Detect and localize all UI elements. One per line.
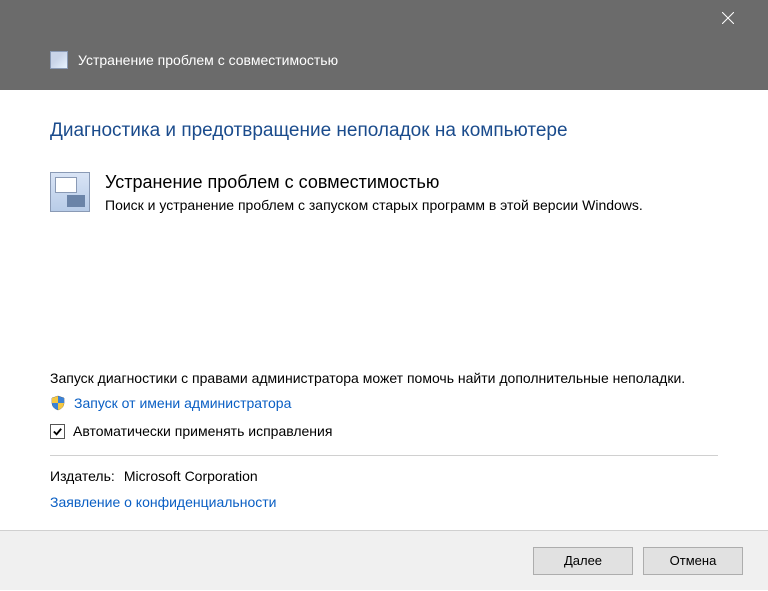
page-heading: Диагностика и предотвращение неполадок н… bbox=[50, 120, 718, 142]
publisher-label: Издатель: bbox=[50, 468, 120, 484]
main-section: Устранение проблем с совместимостью Поис… bbox=[50, 172, 718, 213]
close-button[interactable] bbox=[708, 3, 748, 33]
publisher-row: Издатель: Microsoft Corporation bbox=[50, 468, 718, 484]
privacy-link[interactable]: Заявление о конфиденциальности bbox=[50, 494, 718, 510]
shield-icon bbox=[50, 395, 66, 411]
admin-text: Запуск диагностики с правами администрат… bbox=[50, 369, 718, 389]
cancel-button[interactable]: Отмена bbox=[643, 547, 743, 575]
titlebar-controls bbox=[0, 0, 768, 35]
main-text: Устранение проблем с совместимостью Поис… bbox=[105, 172, 643, 213]
titlebar-content: Устранение проблем с совместимостью bbox=[0, 35, 768, 85]
divider bbox=[50, 455, 718, 456]
next-button[interactable]: Далее bbox=[533, 547, 633, 575]
publisher-value: Microsoft Corporation bbox=[124, 468, 258, 484]
run-as-admin-link[interactable]: Запуск от имени администратора bbox=[50, 395, 718, 411]
auto-fix-row: Автоматически применять исправления bbox=[50, 423, 718, 439]
content-area: Диагностика и предотвращение неполадок н… bbox=[0, 90, 768, 530]
auto-fix-checkbox[interactable] bbox=[50, 424, 65, 439]
window-title: Устранение проблем с совместимостью bbox=[78, 52, 338, 68]
auto-fix-label: Автоматически применять исправления bbox=[73, 423, 332, 439]
main-title: Устранение проблем с совместимостью bbox=[105, 172, 643, 193]
main-description: Поиск и устранение проблем с запуском ст… bbox=[105, 197, 643, 213]
checkmark-icon bbox=[52, 426, 63, 437]
troubleshoot-icon bbox=[50, 51, 68, 69]
admin-section: Запуск диагностики с правами администрат… bbox=[50, 369, 718, 411]
compatibility-icon bbox=[50, 172, 90, 212]
footer: Далее Отмена bbox=[0, 530, 768, 590]
titlebar: Устранение проблем с совместимостью bbox=[0, 0, 768, 90]
admin-link-text: Запуск от имени администратора bbox=[74, 395, 291, 411]
close-icon bbox=[722, 12, 734, 24]
